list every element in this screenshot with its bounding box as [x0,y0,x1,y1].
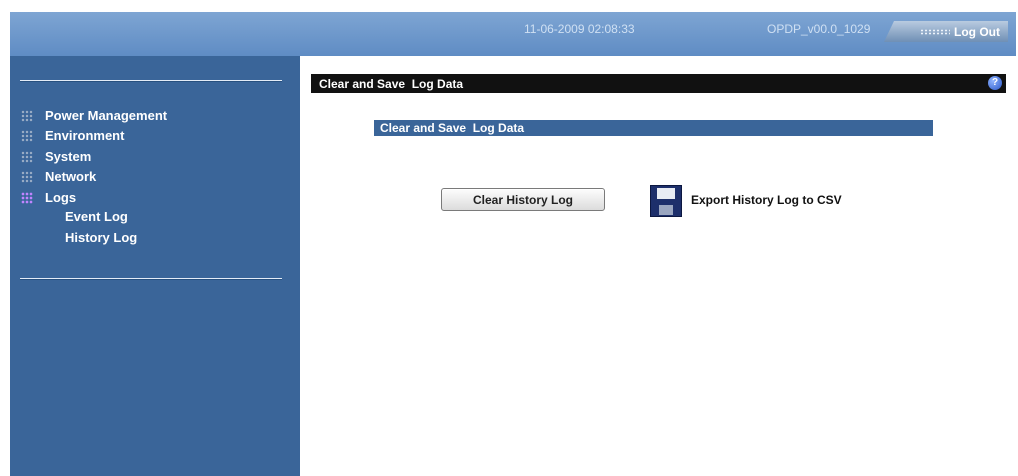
section-title-bar: Clear and Save Log Data [374,120,933,136]
floppy-disk-icon[interactable] [650,185,682,217]
sidebar-item-label: System [45,149,92,164]
firmware-version: OPDP_v00.0_1029 [767,22,871,36]
sidebar-item-logs[interactable]: Logs [21,190,76,205]
sidebar-subitem-history-log[interactable]: History Log [65,230,137,245]
sidebar-item-power-management[interactable]: Power Management [21,108,167,123]
export-history-log-link[interactable]: Export History Log to CSV [691,193,842,207]
help-icon[interactable]: ? [988,76,1002,90]
sidebar-item-label: Logs [45,190,77,205]
section-title: Clear and Save Log Data [380,121,525,135]
sidebar: Power Management Environment System Netw… [10,56,300,476]
floppy-label-area [657,188,675,199]
floppy-shutter [659,205,673,215]
sidebar-item-system[interactable]: System [21,149,91,164]
sidebar-item-label: Environment [45,128,125,143]
logout-button[interactable]: Log Out [884,21,1008,42]
panel-title: Clear and Save Log Data [319,76,464,91]
dots-icon [920,28,951,35]
clear-history-log-button[interactable]: Clear History Log [441,188,605,211]
logout-label: Log Out [954,24,1000,39]
sidebar-divider-bottom [20,278,282,280]
sidebar-item-label: Power Management [45,108,168,123]
grid-icon [21,170,33,183]
panel-header: Clear and Save Log Data ? [311,74,1006,93]
grid-icon [21,109,33,122]
grid-icon [21,129,33,142]
sidebar-item-label: Network [45,169,97,184]
sidebar-item-network[interactable]: Network [21,169,96,184]
grid-icon [21,150,33,163]
sidebar-item-environment[interactable]: Environment [21,128,124,143]
grid-icon [21,191,33,204]
sidebar-divider-top [20,80,282,82]
sidebar-subitem-event-log[interactable]: Event Log [65,209,128,224]
datetime-display: 11-06-2009 02:08:33 [524,22,635,36]
